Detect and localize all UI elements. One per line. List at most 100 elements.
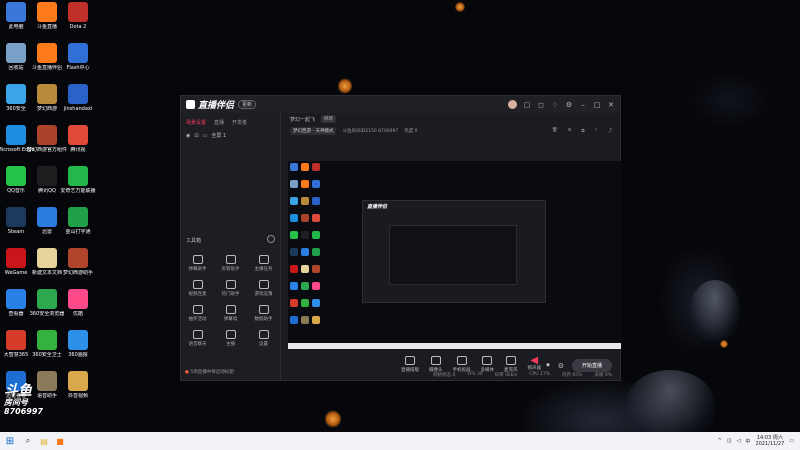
room-category[interactable]: 梦幻西游 - 天神模式 <box>290 127 337 135</box>
preview-icon <box>312 197 320 205</box>
tool-item[interactable]: 房管助手 <box>214 255 247 272</box>
app-icon <box>68 371 88 391</box>
notification-icon[interactable]: ▭ <box>789 438 794 444</box>
desktop-icon[interactable]: 梦幻西游助手 <box>58 248 98 276</box>
control-button[interactable]: 直播排版 <box>401 356 419 373</box>
bell-icon[interactable]: ♪ <box>595 128 598 134</box>
lock-icon[interactable]: ⊡ <box>568 128 572 134</box>
control-button[interactable]: 手机投屏 <box>453 356 471 373</box>
shirt-icon[interactable]: ♢ <box>551 101 559 109</box>
preview-icon <box>290 180 298 188</box>
more-icon[interactable] <box>267 235 275 243</box>
tool-icon <box>192 330 203 339</box>
tool-item[interactable]: 弹幕墙 <box>214 305 247 322</box>
date: 2021/11/27 <box>755 441 785 447</box>
tool-item[interactable]: 热门助手 <box>214 280 247 297</box>
tool-item[interactable]: 游戏竞猜 <box>247 280 280 297</box>
control-button[interactable]: 多媒体 <box>481 356 494 373</box>
windows-start-icon[interactable]: ⊞ <box>0 436 20 447</box>
overlay-label: 房间号 <box>4 398 28 407</box>
close-icon[interactable]: ✕ <box>607 101 615 109</box>
tool-icon <box>192 280 203 289</box>
desktop-icon[interactable]: 爱奇艺万能联播 <box>58 166 98 194</box>
edit-title-button[interactable]: 修改 <box>321 115 337 123</box>
avatar[interactable] <box>508 100 517 109</box>
app-icon <box>37 2 57 22</box>
app-icon <box>6 166 26 186</box>
desktop-icon[interactable]: Flash中心 <box>58 43 98 71</box>
explorer-icon[interactable]: ▤ <box>36 437 52 446</box>
maximize-icon[interactable]: □ <box>593 101 601 109</box>
control-button[interactable]: 摄像头 <box>429 356 443 373</box>
trash-icon[interactable]: 🗑 <box>552 128 558 134</box>
desktop-icon[interactable]: 优酷 <box>58 289 98 317</box>
minimize-icon[interactable]: – <box>579 101 587 109</box>
start-live-button[interactable]: 开始直播 <box>571 359 612 372</box>
tool-label: 语音聊天 <box>188 342 207 347</box>
preview-icon <box>290 163 298 171</box>
network-icon[interactable]: ◫ <box>727 438 732 444</box>
nested-screen <box>389 225 517 285</box>
tool-item[interactable]: 抽奖活动 <box>181 305 214 322</box>
desktop-icon[interactable]: jinshandaxi <box>58 84 98 112</box>
orange-glow <box>338 78 352 94</box>
hot-value: 热度 0 <box>404 129 418 134</box>
desktop-icon-label: 腾讯视 <box>70 147 86 153</box>
tool-item[interactable]: 视频连麦 <box>181 280 214 297</box>
desktop-icon[interactable]: 360画报 <box>58 330 98 358</box>
tab-dev[interactable]: 开发者 <box>232 119 247 126</box>
settings-icon[interactable]: ⚙ <box>565 101 573 109</box>
tool-icon <box>225 305 236 314</box>
desktop-icon[interactable]: Dota 2 <box>58 2 98 30</box>
message-icon[interactable]: ◻ <box>537 101 545 109</box>
scene-item[interactable]: ◉ ⊡ ▭ 全屏 1 <box>181 130 280 141</box>
app-icon <box>37 330 57 350</box>
tool-item[interactable]: 设置 <box>247 330 280 347</box>
room-info: 梦幻西游 - 天神模式 斗鱼房间ID2150 8706997 热度 0 🗑 ⊡ … <box>282 125 620 137</box>
volume-icon[interactable]: ◁ <box>737 438 741 444</box>
chat-icon[interactable]: ▢ <box>523 101 531 109</box>
bottom-tip: ● 5场直播中将启动标题 <box>185 369 234 375</box>
tool-item[interactable]: 主播任务 <box>247 255 280 272</box>
settings-icon[interactable]: ⚙ <box>558 362 564 370</box>
language-indicator[interactable]: 中 <box>745 438 750 445</box>
control-button[interactable]: 麦克风 <box>504 356 518 373</box>
control-button[interactable]: ◀ 扬声器 <box>528 356 542 373</box>
tool-item[interactable]: 主播 <box>214 330 247 347</box>
lock-icon[interactable]: ⊡ <box>194 133 198 139</box>
desktop-icon[interactable]: 抖音视频 <box>58 371 98 399</box>
preview-icon <box>301 214 309 222</box>
tab-scene[interactable]: 场景设置 <box>186 119 206 126</box>
nested-logo: 直播伴侣 <box>367 204 388 210</box>
toolbox-title: 工具箱 <box>186 238 202 244</box>
app-icon <box>6 207 26 227</box>
stream-preview[interactable]: 直播伴侣 <box>288 161 621 349</box>
control-icon <box>405 356 415 365</box>
share-icon[interactable]: ⤴ <box>608 128 613 134</box>
tab-live[interactable]: 直播 <box>214 119 224 126</box>
tool-item[interactable]: 语音聊天 <box>181 330 214 347</box>
search-icon[interactable]: ⌕ <box>20 436 36 446</box>
preview-icon <box>301 299 309 307</box>
eye-icon[interactable]: ◉ <box>186 133 190 139</box>
app-icon <box>68 289 88 309</box>
preview-icon <box>312 214 320 222</box>
tool-item[interactable]: 弹幕助手 <box>181 255 214 272</box>
tool-label: 弹幕墙 <box>223 317 238 322</box>
room-id: 斗鱼房间ID2150 8706997 <box>342 129 399 134</box>
tool-item[interactable]: 数据助手 <box>247 305 280 322</box>
tool-label: 数据助手 <box>254 317 273 322</box>
update-button[interactable]: 更新 <box>238 100 257 109</box>
desktop-icon[interactable]: 腾讯视 <box>58 125 98 153</box>
preview-icon <box>301 282 309 290</box>
room-header: 梦幻一起飞 修改 <box>282 113 620 125</box>
record-icon[interactable]: ⏺ <box>546 361 550 370</box>
preview-icon <box>301 180 309 188</box>
clock[interactable]: 14:03 周六 2021/11/27 <box>755 435 784 447</box>
preview-icon <box>301 231 309 239</box>
tray-up-icon[interactable]: ^ <box>718 438 722 444</box>
desktop-icon[interactable]: 金山打字通 <box>58 207 98 235</box>
preview-icon <box>301 248 309 256</box>
douyu-taskbar-icon[interactable]: ■ <box>52 437 68 446</box>
copy-icon[interactable]: ⧉ <box>581 128 584 134</box>
